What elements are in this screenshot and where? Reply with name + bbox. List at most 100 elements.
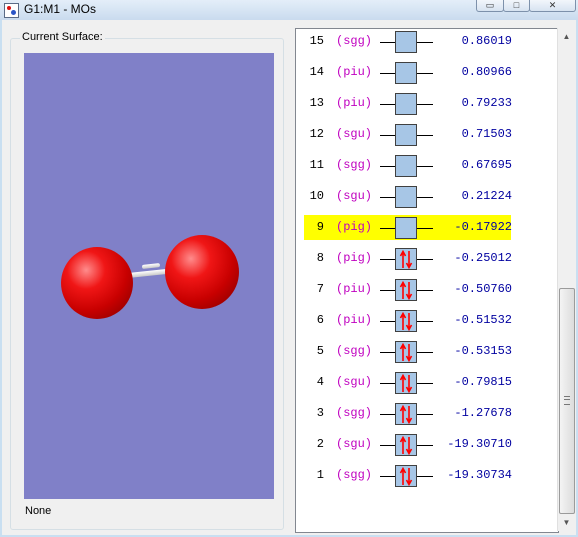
orbital-row[interactable]: 5 (sgg) -0.53153 xyxy=(296,339,558,367)
surface-status: None xyxy=(25,505,52,517)
orbital-box[interactable] xyxy=(395,434,417,456)
orbital-row[interactable]: 15 (sgg) 0.86019 xyxy=(296,29,558,57)
orbital-row[interactable]: 4 (sgu) -0.79815 xyxy=(296,370,558,398)
orbital-list-scrollbar[interactable]: ▲ ▼ xyxy=(557,28,575,531)
orbital-row[interactable]: 9 (pig) -0.17922 xyxy=(296,215,558,243)
orbital-box[interactable] xyxy=(395,279,417,301)
orbital-box[interactable] xyxy=(395,186,417,208)
orbital-number: 8 xyxy=(316,251,324,265)
level-line xyxy=(417,197,433,198)
spin-down-arrow xyxy=(405,375,413,393)
orbital-row[interactable]: 3 (sgg) -1.27678 xyxy=(296,401,558,429)
spin-down-arrow xyxy=(405,282,413,300)
level-line xyxy=(380,445,395,446)
spin-up-arrow xyxy=(399,467,407,485)
orbital-symmetry: (pig) xyxy=(336,220,373,234)
orbital-symmetry: (sgg) xyxy=(336,158,373,172)
orbital-box[interactable] xyxy=(395,248,417,270)
orbital-energy: 0.79233 xyxy=(461,96,512,110)
spin-down-arrow xyxy=(405,406,413,424)
spin-up-arrow xyxy=(399,281,407,299)
orbital-row[interactable]: 10 (sgu) 0.21224 xyxy=(296,184,558,212)
spin-up-arrow xyxy=(399,312,407,330)
orbital-row[interactable]: 13 (piu) 0.79233 xyxy=(296,91,558,119)
spin-down-arrow xyxy=(405,251,413,269)
orbital-box[interactable] xyxy=(395,124,417,146)
orbital-number: 15 xyxy=(309,34,324,48)
spin-up-arrow xyxy=(399,436,407,454)
spin-up-arrow xyxy=(399,250,407,268)
app-icon xyxy=(4,3,19,18)
close-button[interactable]: ✕ xyxy=(529,0,576,12)
orbital-box[interactable] xyxy=(395,217,417,239)
orbital-energy: -19.30734 xyxy=(447,468,512,482)
orbital-energy: 0.71503 xyxy=(461,127,512,141)
orbital-energy: -0.53153 xyxy=(454,344,512,358)
orbital-box[interactable] xyxy=(395,465,417,487)
orbital-box[interactable] xyxy=(395,93,417,115)
level-line xyxy=(417,166,433,167)
level-line xyxy=(380,352,395,353)
scroll-up-button[interactable]: ▲ xyxy=(558,28,575,45)
orbital-row[interactable]: 2 (sgu) -19.30710 xyxy=(296,432,558,460)
orbital-row[interactable]: 11 (sgg) 0.67695 xyxy=(296,153,558,181)
level-line xyxy=(417,290,433,291)
spin-pair-icon xyxy=(399,467,413,486)
maximize-button[interactable]: □ xyxy=(503,0,530,12)
orbital-energy: 0.67695 xyxy=(461,158,512,172)
grip-icon xyxy=(564,396,570,405)
level-line xyxy=(417,259,433,260)
scroll-down-button[interactable]: ▼ xyxy=(558,514,575,531)
orbital-box[interactable] xyxy=(395,341,417,363)
title-bar[interactable]: G1:M1 - MOs ▭ □ ✕ xyxy=(0,0,578,20)
orbital-row[interactable]: 1 (sgg) -19.30734 xyxy=(296,463,558,491)
orbital-number: 10 xyxy=(309,189,324,203)
spin-up-arrow xyxy=(399,343,407,361)
level-line xyxy=(417,42,433,43)
spin-down-arrow xyxy=(405,437,413,455)
orbital-number: 2 xyxy=(316,437,324,451)
orbital-symmetry: (sgu) xyxy=(336,375,373,389)
orbital-row[interactable]: 14 (piu) 0.80966 xyxy=(296,60,558,88)
orbital-row[interactable]: 6 (piu) -0.51532 xyxy=(296,308,558,336)
bond-double xyxy=(141,263,161,269)
spin-up-arrow xyxy=(399,374,407,392)
oxygen-atom[interactable] xyxy=(61,247,133,319)
orbital-symmetry: (piu) xyxy=(336,313,373,327)
orbital-box[interactable] xyxy=(395,155,417,177)
orbital-energy: -0.50760 xyxy=(454,282,512,296)
level-line xyxy=(417,383,433,384)
oxygen-atom[interactable] xyxy=(165,235,239,309)
molecule-viewport[interactable] xyxy=(24,53,274,499)
level-line xyxy=(380,166,395,167)
level-line xyxy=(417,228,433,229)
orbital-energy: 0.21224 xyxy=(461,189,512,203)
level-line xyxy=(380,42,395,43)
orbital-box[interactable] xyxy=(395,62,417,84)
level-line xyxy=(380,290,395,291)
orbital-row[interactable]: 7 (piu) -0.50760 xyxy=(296,277,558,305)
orbital-box[interactable] xyxy=(395,310,417,332)
spin-pair-icon xyxy=(399,374,413,393)
orbital-symmetry: (pig) xyxy=(336,251,373,265)
orbital-box[interactable] xyxy=(395,31,417,53)
orbital-box[interactable] xyxy=(395,403,417,425)
orbital-row[interactable]: 8 (pig) -0.25012 xyxy=(296,246,558,274)
level-line xyxy=(380,197,395,198)
orbital-row[interactable]: 12 (sgu) 0.71503 xyxy=(296,122,558,150)
level-line xyxy=(380,476,395,477)
orbital-symmetry: (sgu) xyxy=(336,189,373,203)
minimize-button[interactable]: ▭ xyxy=(476,0,504,12)
spin-pair-icon xyxy=(399,250,413,269)
orbital-number: 14 xyxy=(309,65,324,79)
level-line xyxy=(380,228,395,229)
orbital-number: 13 xyxy=(309,96,324,110)
spin-pair-icon xyxy=(399,343,413,362)
level-line xyxy=(380,321,395,322)
orbital-energy: 0.80966 xyxy=(461,65,512,79)
orbital-list[interactable]: 15 (sgg) 0.86019 14 (piu) 0.80966 13 (piu) 0.792… xyxy=(295,28,559,533)
orbital-box[interactable] xyxy=(395,372,417,394)
orbital-number: 11 xyxy=(309,158,324,172)
scroll-thumb[interactable] xyxy=(559,288,575,514)
level-line xyxy=(417,135,433,136)
